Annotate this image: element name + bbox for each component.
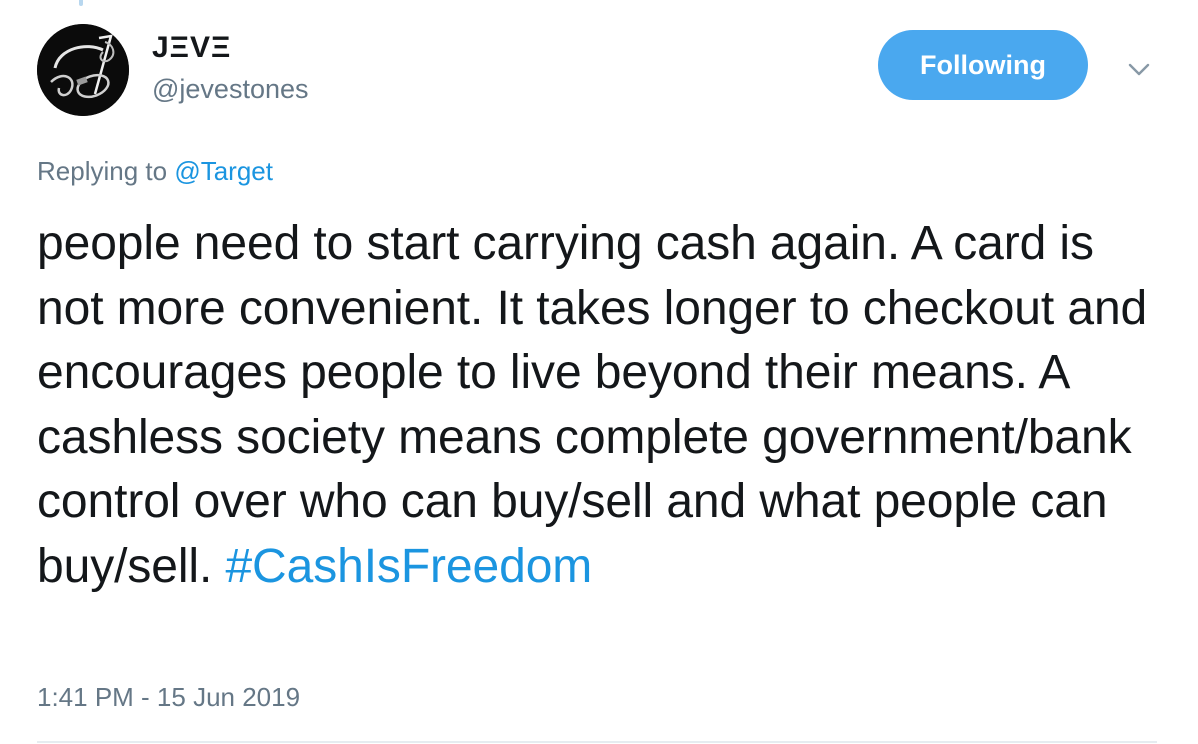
reply-context: Replying to @Target: [37, 154, 273, 188]
timestamp[interactable]: 1:41 PM - 15 Jun 2019: [37, 680, 300, 714]
mention-link[interactable]: @Target: [174, 156, 273, 186]
guitar-logo-icon: [37, 24, 129, 116]
avatar[interactable]: [37, 24, 129, 116]
tweet-body: people need to start carrying cash again…: [37, 217, 1148, 593]
tweet-text: people need to start carrying cash again…: [37, 212, 1167, 599]
display-name[interactable]: JΞVΞ: [152, 30, 231, 66]
reply-prefix: Replying to: [37, 156, 168, 186]
hashtag-link[interactable]: #CashIsFreedom: [225, 540, 592, 593]
user-handle[interactable]: @jevestones: [152, 72, 309, 106]
following-button[interactable]: Following: [878, 30, 1088, 100]
divider: [37, 741, 1157, 743]
chevron-down-icon[interactable]: [1124, 54, 1154, 84]
thread-connector: [79, 0, 83, 6]
tweet-card: JΞVΞ @jevestones Following Replying to @…: [0, 0, 1198, 744]
